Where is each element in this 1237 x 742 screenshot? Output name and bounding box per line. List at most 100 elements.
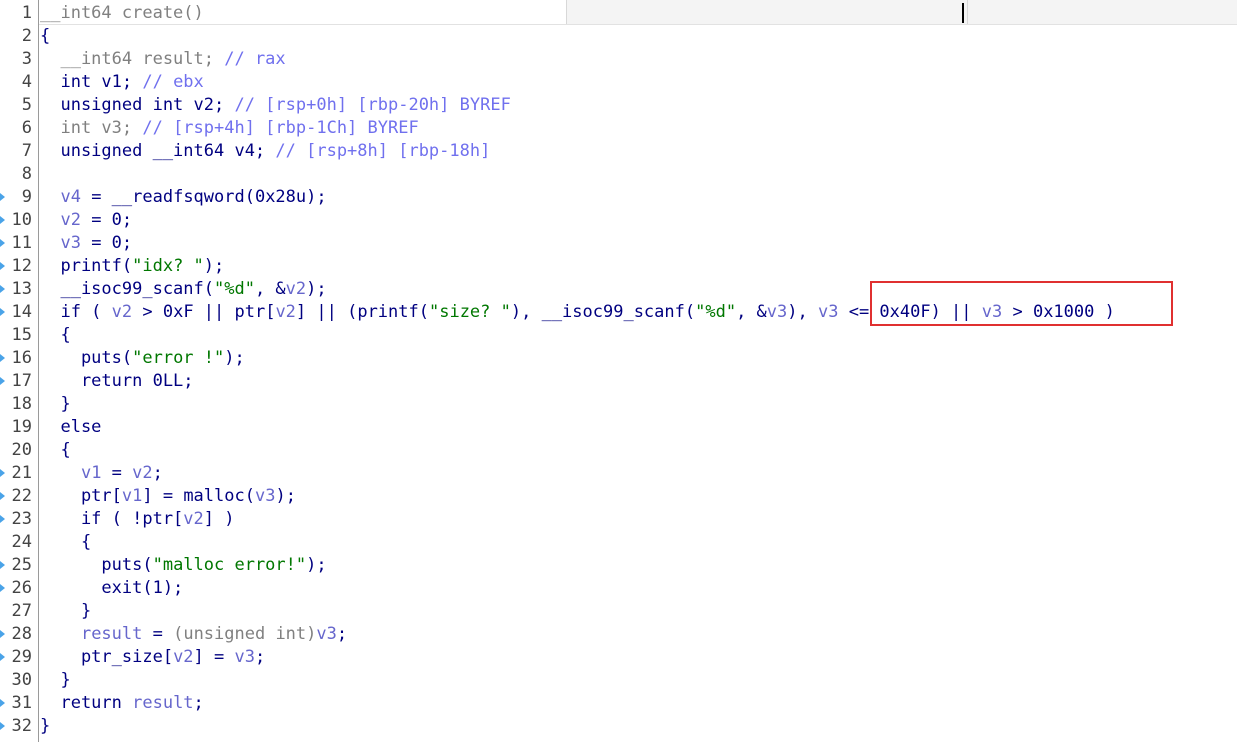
code-line[interactable]: 20 { [0, 439, 1237, 462]
code-line[interactable]: 11 v3 = 0; [0, 232, 1237, 255]
code-token: { [40, 440, 71, 460]
line-number: 31 [11, 693, 32, 713]
code-token: int v3; [40, 118, 143, 138]
code-token: v2 [275, 302, 296, 322]
code-line[interactable]: 6 int v3; // [rsp+4h] [rbp-1Ch] BYREF [0, 117, 1237, 140]
code-line[interactable]: 12 printf("idx? "); [0, 255, 1237, 278]
code-line[interactable]: 16 puts("error !"); [0, 347, 1237, 370]
code-text: int v3; // [rsp+4h] [rbp-1Ch] BYREF [40, 117, 419, 140]
code-line[interactable]: 18 } [0, 393, 1237, 416]
code-line[interactable]: 21 v1 = v2; [0, 462, 1237, 485]
code-line[interactable]: 32} [0, 715, 1237, 738]
code-line[interactable]: 9 v4 = __readfsqword(0x28u); [0, 186, 1237, 209]
code-text: v4 = __readfsqword(0x28u); [40, 186, 326, 209]
code-text: { [40, 531, 91, 554]
code-token: = [101, 463, 133, 483]
code-line[interactable]: 31 return result; [0, 692, 1237, 715]
line-number: 19 [11, 417, 32, 437]
code-token: ); [203, 256, 225, 276]
code-text: return result; [40, 692, 204, 715]
line-number: 1 [11, 3, 32, 23]
code-token: v2 [60, 210, 81, 230]
code-token: exit(1); [40, 578, 184, 598]
code-token: ; [254, 647, 266, 667]
code-token: printf( [40, 256, 133, 276]
line-number: 2 [11, 26, 32, 46]
code-line[interactable]: 10 v2 = 0; [0, 209, 1237, 232]
pseudocode-editor[interactable]: 1 __int64 create() 2{ 3 __int64 result; /… [0, 0, 1237, 742]
code-token: ] || (printf( [295, 302, 429, 322]
code-token: "error !" [132, 348, 225, 368]
code-token: v2 [173, 647, 194, 667]
code-token: else [40, 417, 102, 437]
code-line[interactable]: 29 ptr_size[v2] = v3; [0, 646, 1237, 669]
line-number: 6 [11, 118, 32, 138]
code-text: unsigned __int64 v4; // [rsp+8h] [rbp-18… [40, 140, 490, 163]
code-token: } [40, 394, 71, 414]
code-text: if ( !ptr[v2] ) [40, 508, 235, 531]
code-line[interactable]: 27 } [0, 600, 1237, 623]
code-line[interactable]: 30 } [0, 669, 1237, 692]
code-token: = 0; [80, 233, 133, 253]
code-line[interactable]: 7 unsigned __int64 v4; // [rsp+8h] [rbp-… [0, 140, 1237, 163]
code-line[interactable]: 19 else [0, 416, 1237, 439]
code-token: v3 [60, 233, 81, 253]
code-token: v2 [285, 279, 307, 299]
code-text: ptr_size[v2] = v3; [40, 646, 265, 669]
code-token: = 0; [80, 210, 133, 230]
code-line[interactable]: 2{ [0, 25, 1237, 48]
code-token: } [40, 716, 51, 736]
code-line[interactable]: 17 return 0LL; [0, 370, 1237, 393]
code-line[interactable]: 3 __int64 result; // rax [0, 48, 1237, 71]
code-text: else [40, 416, 101, 439]
code-line[interactable]: 4 int v1; // ebx [0, 71, 1237, 94]
line-number: 7 [11, 141, 32, 161]
code-text: v1 = v2; [40, 462, 163, 485]
line-number: 26 [11, 578, 32, 598]
code-line[interactable]: 8 [0, 163, 1237, 186]
code-line[interactable]: 23 if ( !ptr[v2] ) [0, 508, 1237, 531]
code-token: { [40, 532, 92, 552]
code-token: ); [224, 348, 245, 368]
code-line[interactable]: 1 __int64 create() [0, 2, 1237, 25]
line-number: 14 [11, 302, 32, 322]
code-token: // [rsp+4h] [rbp-1Ch] BYREF [142, 118, 419, 138]
line-number: 18 [11, 394, 32, 414]
code-line[interactable]: 25 puts("malloc error!"); [0, 554, 1237, 577]
code-token: unsigned int v2; [40, 95, 235, 115]
code-token: ptr_size[ [40, 647, 174, 667]
code-token: ), __isoc99_scanf( [510, 302, 696, 322]
code-token: result [80, 624, 143, 644]
code-line[interactable]: 24 { [0, 531, 1237, 554]
code-token: puts( [40, 348, 133, 368]
code-line[interactable]: 15 { [0, 324, 1237, 347]
code-token: v1 [121, 486, 143, 506]
line-number: 15 [11, 325, 32, 345]
code-token: return [40, 693, 133, 713]
code-line[interactable]: 26 exit(1); [0, 577, 1237, 600]
code-token: v3 [254, 486, 276, 506]
code-token: v4 [60, 187, 81, 207]
code-text: { [40, 324, 70, 347]
size-check-highlight-box [870, 281, 1173, 326]
code-token: ), [787, 302, 818, 322]
code-token: __isoc99_scanf( [40, 279, 214, 299]
code-line[interactable]: 5 unsigned int v2; // [rsp+0h] [rbp-20h]… [0, 94, 1237, 117]
code-line[interactable]: 28 result = (unsigned int)v3; [0, 623, 1237, 646]
code-line[interactable]: 22 ptr[v1] = malloc(v3); [0, 485, 1237, 508]
line-number: 12 [11, 256, 32, 276]
line-number: 17 [11, 371, 32, 391]
code-token: ; [193, 693, 204, 713]
code-token: ); [306, 555, 327, 575]
code-text: puts("malloc error!"); [40, 554, 327, 577]
line-number: 27 [11, 601, 32, 621]
code-token: { [40, 26, 51, 46]
line-number: 5 [11, 95, 32, 115]
line-number: 9 [11, 187, 32, 207]
code-token: result [132, 693, 194, 713]
code-token: v3 [234, 647, 255, 667]
code-text: __isoc99_scanf("%d", &v2); [40, 278, 326, 301]
